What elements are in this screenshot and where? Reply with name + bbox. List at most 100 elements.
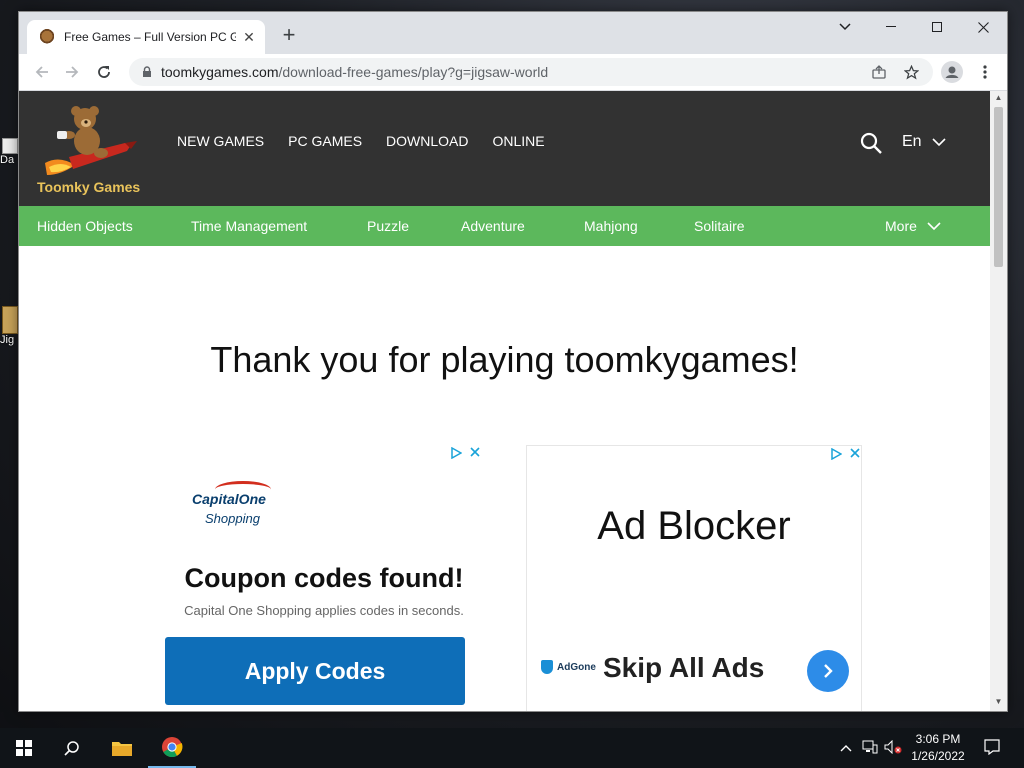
profile-button[interactable] xyxy=(941,61,963,83)
url-text: toomkygames.com/download-free-games/play… xyxy=(161,64,548,80)
chevron-down-icon xyxy=(839,23,851,31)
category-adventure[interactable]: Adventure xyxy=(461,218,525,234)
game-icon xyxy=(2,306,18,334)
minimize-icon xyxy=(886,26,896,27)
page-scrollbar[interactable]: ▲ ▼ xyxy=(990,91,1007,711)
maximize-icon xyxy=(932,22,942,32)
new-tab-button[interactable]: + xyxy=(277,24,301,48)
tab-strip: Free Games – Full Version PC Ga ✕ + xyxy=(19,12,1007,54)
adchoices-icon xyxy=(451,447,462,459)
reload-icon xyxy=(98,66,110,78)
favicon-icon xyxy=(39,29,55,45)
logo-brand: CapitalOne xyxy=(192,491,266,507)
file-explorer-button[interactable] xyxy=(98,728,146,768)
minimize-button[interactable] xyxy=(868,12,914,42)
category-bar: Hidden Objects Time Management Puzzle Ad… xyxy=(19,206,990,246)
desktop-icon-label: Da xyxy=(0,154,15,166)
category-hidden-objects[interactable]: Hidden Objects xyxy=(37,218,133,234)
close-window-button[interactable] xyxy=(960,12,1006,42)
url-path: /download-free-games/play?g=jigsaw-world xyxy=(278,64,549,80)
clock-time: 3:06 PM xyxy=(915,732,961,746)
more-vert-icon xyxy=(983,65,987,79)
scroll-down-icon[interactable]: ▼ xyxy=(994,697,1003,706)
avatar-icon xyxy=(941,61,963,83)
chevron-down-icon xyxy=(927,221,941,230)
scroll-thumb[interactable] xyxy=(994,107,1003,267)
desktop-icon-2[interactable]: Jig xyxy=(0,306,18,346)
search-icon[interactable] xyxy=(859,131,883,155)
chrome-taskbar-button[interactable] xyxy=(148,728,196,768)
clock-date: 1/26/2022 xyxy=(911,749,965,763)
skip-ads-button[interactable] xyxy=(807,650,849,692)
windows-icon xyxy=(16,740,32,756)
browser-toolbar: toomkygames.com/download-free-games/play… xyxy=(19,54,1007,91)
language-label: En xyxy=(902,133,922,150)
page-viewport: Toomky Games NEW GAMES PC GAMES DOWNLOAD… xyxy=(19,91,990,711)
star-icon xyxy=(903,64,919,80)
network-status[interactable] xyxy=(862,740,878,757)
network-icon xyxy=(862,740,878,754)
category-more-button[interactable]: More xyxy=(885,218,941,234)
forward-button[interactable] xyxy=(61,61,83,83)
share-icon xyxy=(872,65,886,79)
ad-cta-text[interactable]: Skip All Ads xyxy=(603,652,764,684)
bookmark-star-button[interactable] xyxy=(903,64,919,80)
desktop-icon-label: Jig xyxy=(0,334,15,346)
menu-button[interactable] xyxy=(974,61,996,83)
system-clock[interactable]: 3:06 PM 1/26/2022 xyxy=(906,731,970,765)
show-hidden-icons[interactable] xyxy=(840,740,852,755)
category-solitaire[interactable]: Solitaire xyxy=(694,218,745,234)
folder-icon xyxy=(112,742,132,756)
site-header: Toomky Games NEW GAMES PC GAMES DOWNLOAD… xyxy=(19,91,990,206)
lock-icon[interactable] xyxy=(139,64,155,80)
start-button[interactable] xyxy=(0,728,48,768)
address-bar[interactable]: toomkygames.com/download-free-games/play… xyxy=(129,58,933,86)
chevron-right-icon xyxy=(824,664,833,678)
maximize-button[interactable] xyxy=(914,12,960,42)
desktop-icon-1[interactable]: Da xyxy=(0,138,18,166)
tab-title: Free Games – Full Version PC Ga xyxy=(64,30,236,44)
ad-adgone[interactable]: Ad Blocker AdGone Skip All Ads xyxy=(526,445,862,711)
category-time-management[interactable]: Time Management xyxy=(191,218,307,234)
arrow-left-icon xyxy=(35,66,48,78)
ad-headline: Coupon codes found! xyxy=(184,563,464,593)
share-button[interactable] xyxy=(871,64,887,80)
nav-online[interactable]: ONLINE xyxy=(492,133,544,149)
adgone-brand: AdGone xyxy=(557,661,596,673)
page-title: Thank you for playing toomkygames! xyxy=(210,339,799,380)
ad-choices[interactable] xyxy=(831,448,860,460)
nav-new-games[interactable]: NEW GAMES xyxy=(177,133,264,149)
category-puzzle[interactable]: Puzzle xyxy=(367,218,409,234)
chrome-icon xyxy=(162,737,183,758)
toomky-bear-logo[interactable] xyxy=(39,105,139,179)
volume-status[interactable] xyxy=(884,739,902,757)
tab-close-icon[interactable]: ✕ xyxy=(241,29,257,45)
ad-capital-one[interactable]: CapitalOne Shopping Coupon codes found! … xyxy=(159,445,489,711)
notification-icon xyxy=(984,739,1000,756)
category-mahjong[interactable]: Mahjong xyxy=(584,218,638,234)
notifications-button[interactable] xyxy=(984,739,1000,758)
chevron-down-icon xyxy=(932,137,946,146)
close-icon xyxy=(850,448,860,458)
reload-button[interactable] xyxy=(93,61,115,83)
taskbar: 3:06 PM 1/26/2022 xyxy=(0,728,1024,768)
more-label: More xyxy=(885,218,917,234)
search-button[interactable] xyxy=(48,728,96,768)
logo-text[interactable]: Toomky Games xyxy=(37,179,140,195)
speaker-muted-icon xyxy=(884,739,902,755)
tab-search-button[interactable] xyxy=(822,12,868,42)
browser-tab[interactable]: Free Games – Full Version PC Ga ✕ xyxy=(27,20,265,54)
logo-sub: Shopping xyxy=(205,511,260,526)
nav-pc-games[interactable]: PC GAMES xyxy=(288,133,362,149)
ad-choices[interactable] xyxy=(451,447,480,459)
scroll-up-icon[interactable]: ▲ xyxy=(994,93,1003,102)
close-icon xyxy=(977,21,989,33)
apply-codes-button[interactable]: Apply Codes xyxy=(165,637,465,705)
nav-download[interactable]: DOWNLOAD xyxy=(386,133,468,149)
ad-headline: Ad Blocker xyxy=(597,504,791,548)
capital-one-logo: CapitalOne Shopping xyxy=(175,461,275,526)
back-button[interactable] xyxy=(31,61,53,83)
adchoices-icon xyxy=(831,448,842,460)
chevron-up-icon xyxy=(840,745,852,752)
language-selector[interactable]: En xyxy=(902,133,946,151)
